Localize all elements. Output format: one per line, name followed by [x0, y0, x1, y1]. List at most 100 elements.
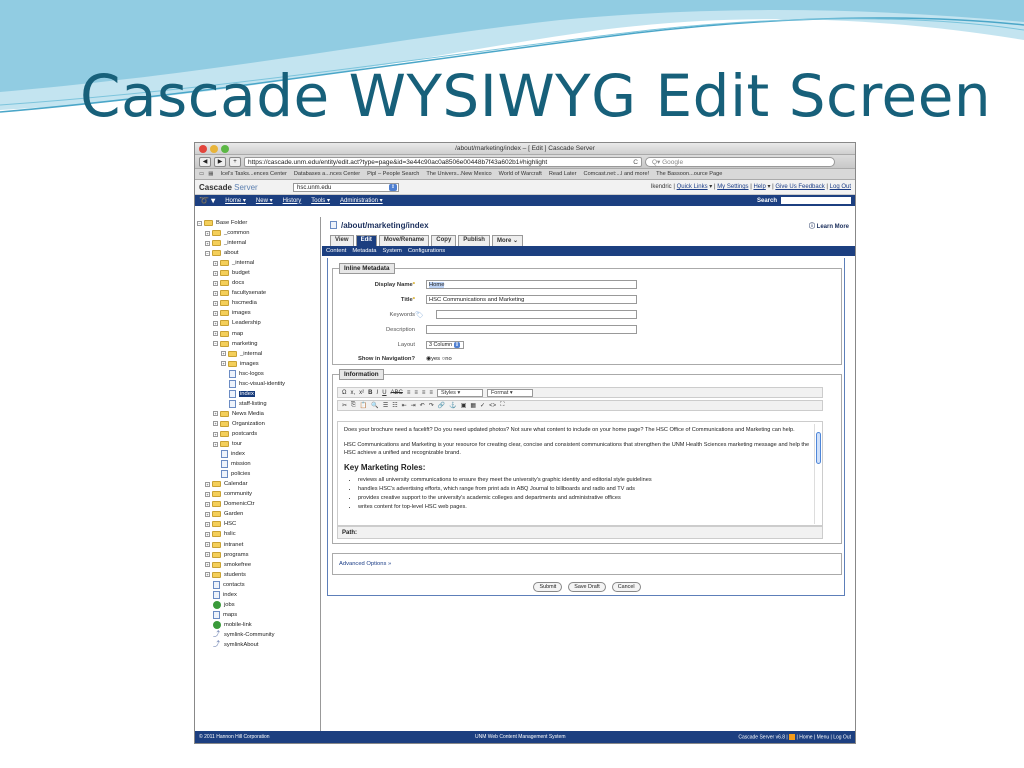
tree-item[interactable]: + Calendar — [195, 479, 320, 489]
subtab-configurations[interactable]: Configurations — [408, 248, 445, 254]
submit-button[interactable]: Submit — [533, 582, 563, 592]
scroll-thumb[interactable] — [816, 432, 821, 464]
spellcheck-icon[interactable]: ✓ — [480, 402, 485, 409]
tree-item[interactable]: + budget — [195, 268, 320, 278]
tree-item[interactable]: − Base Folder — [195, 218, 320, 228]
expand-icon[interactable]: + — [213, 431, 218, 437]
strikethrough-icon[interactable]: ABC — [391, 390, 403, 396]
special-char-icon[interactable]: Ω — [342, 390, 347, 396]
align-center-icon[interactable]: ≡ — [414, 390, 418, 396]
subscript-icon[interactable]: x, — [351, 390, 356, 396]
expand-icon[interactable]: + — [213, 331, 218, 337]
bookmark-tools[interactable]: ▭ ▦ — [199, 171, 214, 177]
nav-administration[interactable]: Administration ▾ — [340, 197, 383, 204]
copy-icon[interactable]: ⎘ — [351, 402, 356, 409]
tree-item[interactable]: staff-listing — [195, 399, 320, 409]
tab-edit[interactable]: Edit — [355, 235, 377, 246]
expand-icon[interactable]: + — [213, 270, 218, 276]
paste-icon[interactable]: 📋 — [360, 402, 367, 409]
redo-icon[interactable]: ↷ — [429, 402, 434, 409]
browser-search-input[interactable]: Q▾ Google — [645, 156, 835, 167]
reload-icon[interactable]: C — [633, 158, 638, 167]
align-justify-icon[interactable]: ≡ — [429, 390, 433, 396]
bold-icon[interactable]: B — [368, 390, 372, 396]
table-icon[interactable]: ▦ — [470, 402, 476, 409]
align-left-icon[interactable]: ≡ — [407, 390, 411, 396]
tree-item[interactable]: ⤴ symlink-Community — [195, 630, 320, 640]
title-input[interactable]: HSC Communications and Marketing — [426, 295, 637, 304]
site-select[interactable]: hsc.unm.edu ⇕ — [293, 183, 399, 192]
tree-item[interactable]: + tour — [195, 439, 320, 449]
expand-icon[interactable]: + — [213, 421, 218, 427]
tree-item[interactable]: + docs — [195, 278, 320, 288]
tree-item[interactable]: jobs — [195, 600, 320, 610]
tree-item[interactable]: mission — [195, 459, 320, 469]
tree-item[interactable]: + _internal — [195, 238, 320, 248]
forward-icon[interactable]: ▶ — [214, 156, 226, 167]
tree-item[interactable]: index — [195, 590, 320, 600]
address-bar[interactable]: https://cascade.unm.edu/entity/edit.act?… — [244, 156, 642, 167]
cascade-swirl-icon[interactable]: ➰ ▾ — [199, 196, 215, 205]
tree-item[interactable]: + Garden — [195, 509, 320, 519]
logout-link[interactable]: Log Out — [830, 184, 851, 190]
bookmark-item[interactable]: The Bassoon...ource Page — [656, 171, 722, 177]
expand-icon[interactable]: + — [221, 361, 226, 367]
tree-item[interactable]: + community — [195, 489, 320, 499]
tree-item[interactable]: policies — [195, 469, 320, 479]
tree-item[interactable]: hsc-visual-identity — [195, 379, 320, 389]
tree-item[interactable]: + images — [195, 308, 320, 318]
expand-icon[interactable]: + — [205, 552, 210, 558]
tree-item[interactable]: + _common — [195, 228, 320, 238]
subtab-content[interactable]: Content — [326, 248, 346, 254]
expand-icon[interactable]: + — [205, 501, 210, 507]
tree-item[interactable]: + postcards — [195, 429, 320, 439]
expand-icon[interactable]: + — [213, 300, 218, 306]
tree-item[interactable]: ⤴ symlinkAbout — [195, 640, 320, 650]
fullscreen-icon[interactable]: ⛶ — [500, 402, 504, 409]
subtab-metadata[interactable]: Metadata — [352, 248, 376, 254]
nav-tools[interactable]: Tools ▾ — [311, 197, 330, 204]
expand-icon[interactable]: + — [205, 531, 210, 537]
tree-item[interactable]: contacts — [195, 580, 320, 590]
tree-item[interactable]: + images — [195, 359, 320, 369]
grid-icon[interactable]: ▦ — [208, 171, 213, 177]
cms-search-input[interactable] — [781, 197, 851, 204]
subtab-system[interactable]: System — [382, 248, 401, 254]
advanced-options-link[interactable]: Advanced Options » — [339, 561, 391, 567]
tree-item[interactable]: + facultysenate — [195, 288, 320, 298]
tree-item[interactable]: + students — [195, 570, 320, 580]
tree-item[interactable]: hsc-logos — [195, 369, 320, 379]
rss-icon[interactable] — [789, 733, 796, 740]
image-icon[interactable]: ▣ — [461, 402, 467, 409]
tree-item[interactable]: + _internal — [195, 349, 320, 359]
footer-nav-links[interactable]: | Home | Menu | Log Out — [797, 734, 851, 740]
tree-item[interactable]: + _internal — [195, 258, 320, 268]
tree-item[interactable]: + map — [195, 329, 320, 339]
expand-icon[interactable]: + — [205, 572, 210, 578]
expand-icon[interactable]: + — [205, 562, 210, 568]
back-icon[interactable]: ◀ — [199, 156, 211, 167]
help-link[interactable]: Help — [753, 184, 765, 190]
expand-icon[interactable]: + — [213, 280, 218, 286]
tab-more[interactable]: More ⌄ — [491, 235, 523, 246]
collapse-icon[interactable]: − — [197, 220, 202, 226]
expand-icon[interactable]: + — [205, 542, 210, 548]
tree-item[interactable]: + DomenicCtr — [195, 499, 320, 509]
html-source-icon[interactable]: <> — [489, 403, 496, 409]
display-name-input[interactable]: Home — [426, 280, 637, 289]
cancel-button[interactable]: Cancel — [611, 582, 641, 592]
tab-move-rename[interactable]: Move/Rename — [378, 235, 430, 246]
align-right-icon[interactable]: ≡ — [422, 390, 426, 396]
bookmark-item[interactable]: World of Warcraft — [499, 171, 542, 177]
expand-icon[interactable]: + — [205, 491, 210, 497]
my-settings-link[interactable]: My Settings — [717, 184, 748, 190]
tab-copy[interactable]: Copy — [431, 235, 457, 246]
superscript-icon[interactable]: x² — [359, 390, 364, 396]
learn-more-link[interactable]: ⓘ Learn More — [809, 221, 849, 230]
editor-scrollbar[interactable] — [814, 424, 821, 524]
cut-icon[interactable]: ✂ — [342, 402, 347, 409]
expand-icon[interactable]: + — [205, 511, 210, 517]
expand-icon[interactable]: + — [213, 310, 218, 316]
expand-icon[interactable]: + — [213, 411, 218, 417]
add-bookmark-icon[interactable]: + — [229, 156, 241, 167]
